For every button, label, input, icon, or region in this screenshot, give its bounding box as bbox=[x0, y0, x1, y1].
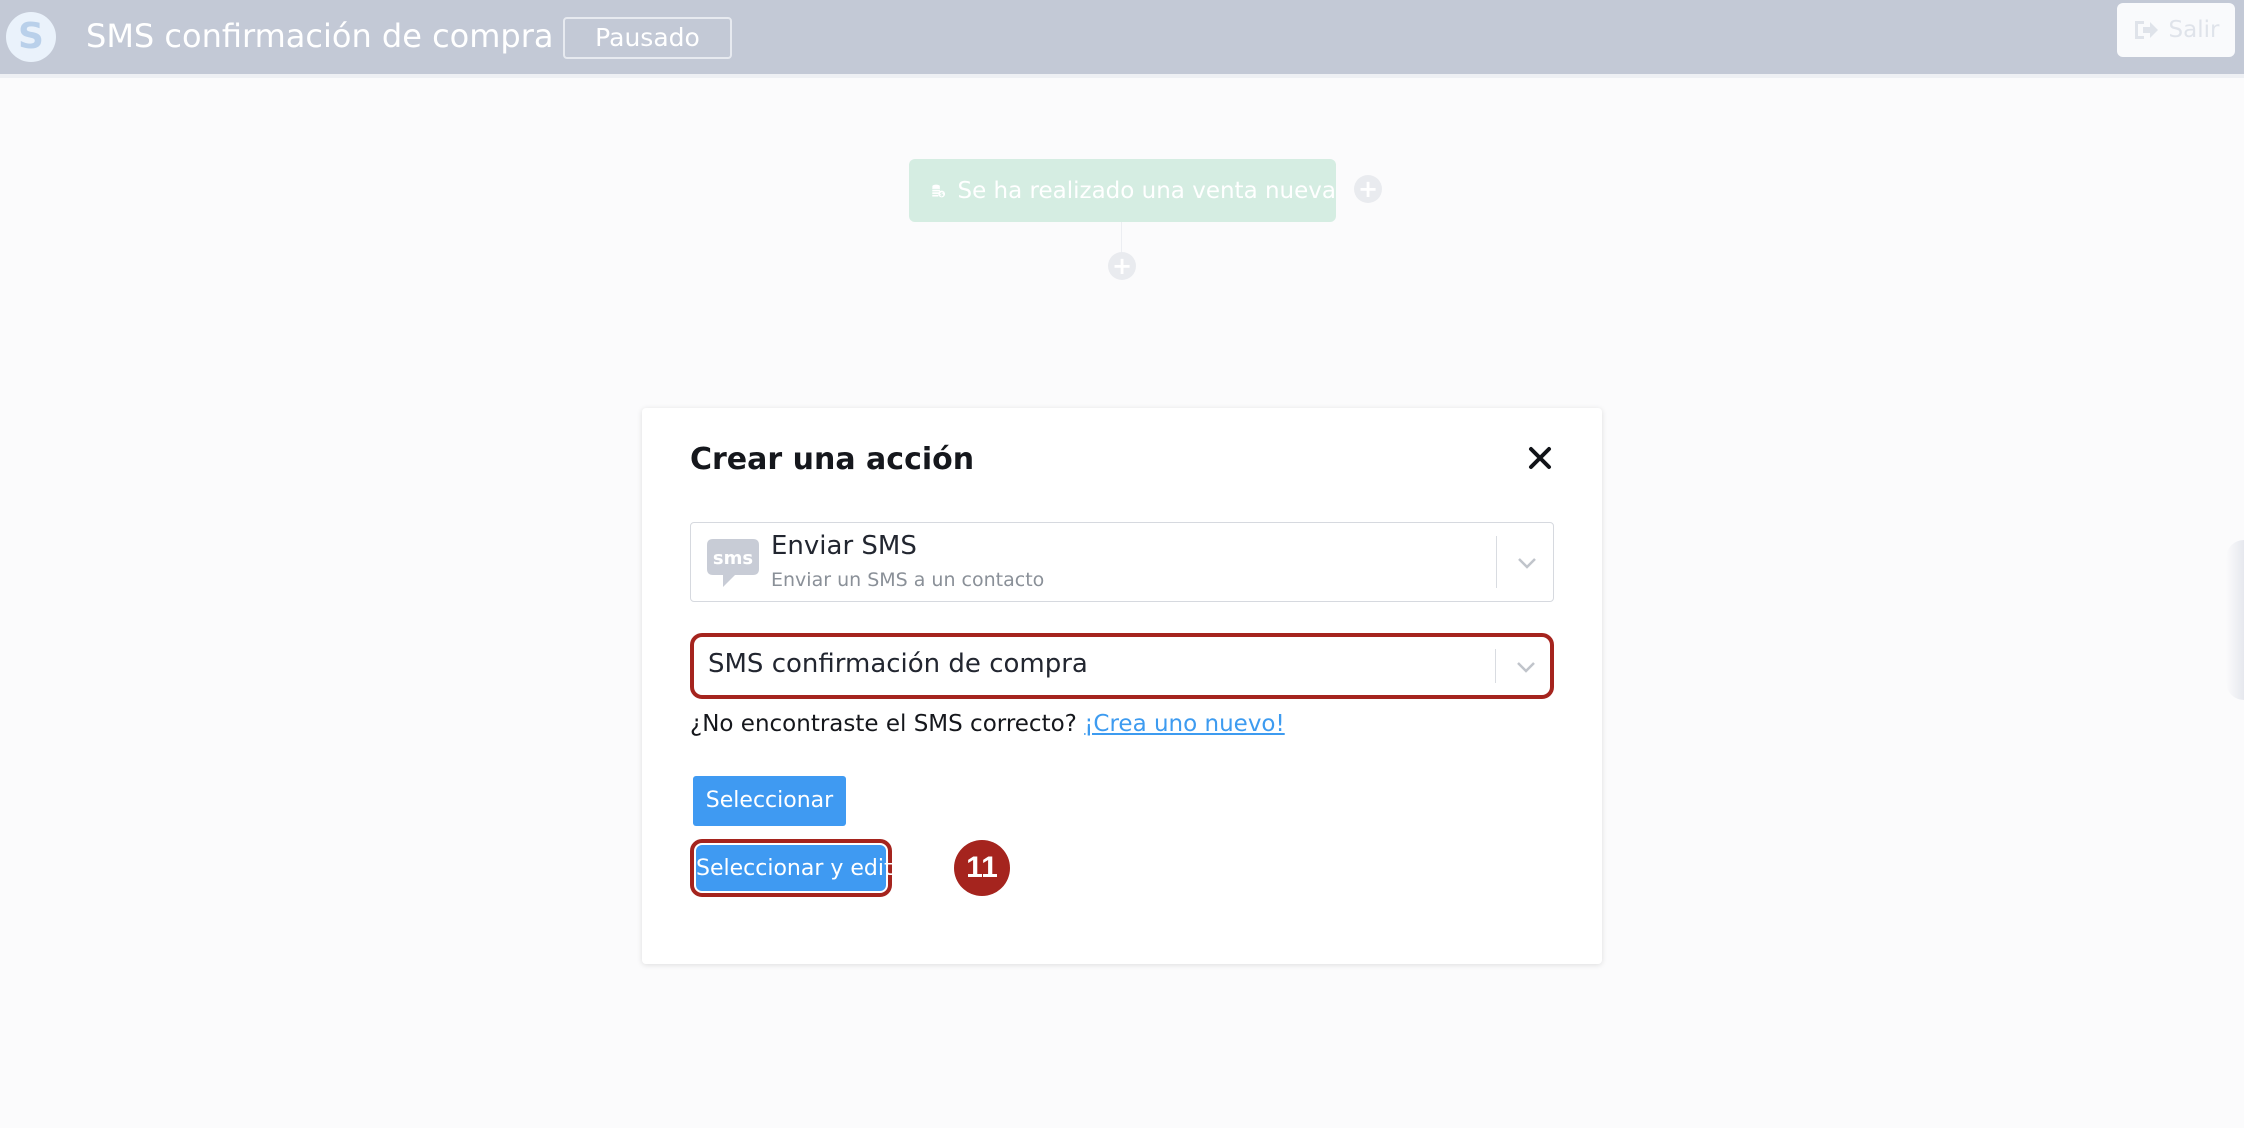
add-step-button[interactable]: + bbox=[1108, 252, 1136, 280]
close-icon[interactable] bbox=[1527, 445, 1553, 471]
sms-template-value: SMS confirmación de compra bbox=[708, 649, 1088, 679]
select-divider bbox=[1496, 536, 1497, 588]
chevron-down-icon[interactable] bbox=[1516, 661, 1536, 673]
action-subtitle: Enviar un SMS a un contacto bbox=[771, 569, 1045, 591]
status-badge[interactable]: Pausado bbox=[563, 17, 732, 59]
trigger-label: Se ha realizado una venta nueva bbox=[957, 177, 1336, 204]
brand-logo: S bbox=[6, 12, 56, 62]
workflow-title: SMS confirmación de compra bbox=[86, 17, 554, 55]
action-title: Enviar SMS bbox=[771, 531, 917, 561]
action-type-select[interactable]: sms Enviar SMS Enviar un SMS a un contac… bbox=[690, 522, 1554, 602]
exit-label: Salir bbox=[2168, 17, 2220, 43]
sms-bubble-icon: sms bbox=[707, 539, 759, 587]
step-number-badge: 11 bbox=[954, 840, 1010, 896]
top-bar: S SMS confirmación de compra Pausado Sal… bbox=[0, 0, 2244, 78]
sms-template-select[interactable]: SMS confirmación de compra bbox=[690, 633, 1554, 699]
create-action-modal: Crear una acción sms Enviar SMS Enviar u… bbox=[642, 408, 1602, 964]
coins-icon: $ bbox=[932, 184, 946, 198]
sign-out-icon bbox=[2134, 21, 2158, 39]
sms-icon-text: sms bbox=[713, 548, 753, 569]
svg-text:$: $ bbox=[940, 192, 944, 198]
modal-title: Crear una acción bbox=[690, 442, 975, 477]
flow-connector bbox=[1121, 222, 1122, 255]
select-and-edit-button[interactable]: Seleccionar y editar bbox=[696, 845, 915, 891]
select-divider bbox=[1495, 649, 1496, 683]
chevron-down-icon[interactable] bbox=[1517, 557, 1537, 569]
not-found-hint: ¿No encontraste el SMS correcto? ¡Crea u… bbox=[690, 711, 1285, 737]
select-edit-highlight: Seleccionar y editar bbox=[690, 839, 915, 897]
create-new-sms-link[interactable]: ¡Crea uno nuevo! bbox=[1084, 711, 1285, 737]
select-button[interactable]: Seleccionar bbox=[693, 776, 846, 826]
side-panel-edge bbox=[2226, 540, 2244, 700]
not-found-text: ¿No encontraste el SMS correcto? bbox=[690, 711, 1077, 737]
exit-button[interactable]: Salir bbox=[2117, 3, 2235, 57]
trigger-node[interactable]: $ Se ha realizado una venta nueva bbox=[909, 159, 1336, 222]
add-branch-button[interactable]: + bbox=[1354, 175, 1382, 203]
